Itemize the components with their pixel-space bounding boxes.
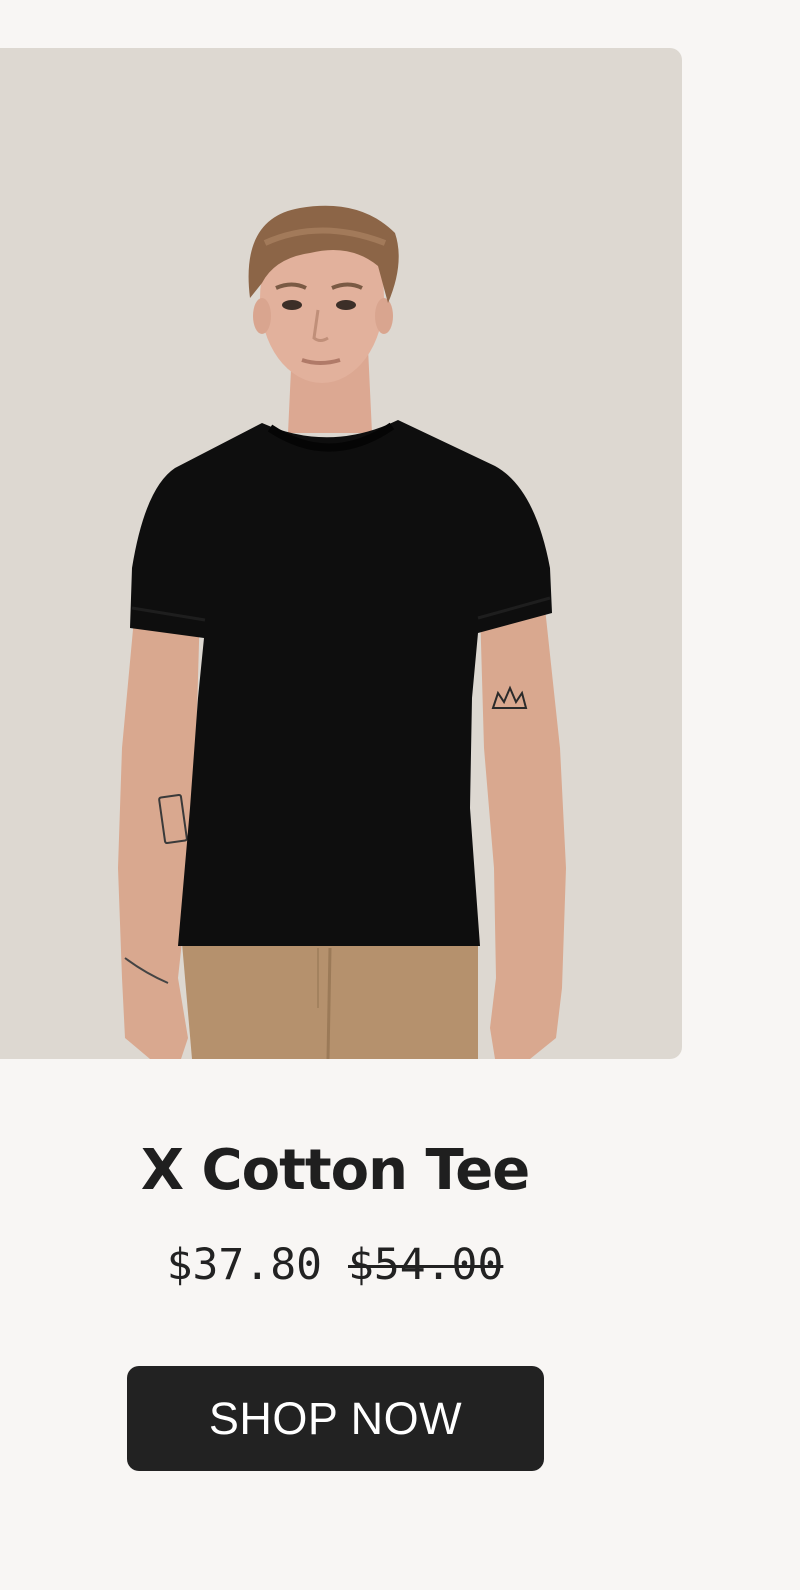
product-image[interactable] — [0, 48, 682, 1059]
price-row: $37.80 $54.00 — [0, 1240, 670, 1290]
sale-price: $37.80 — [166, 1240, 322, 1290]
original-price: $54.00 — [348, 1240, 504, 1290]
model-illustration — [118, 205, 566, 1059]
shop-now-button[interactable]: SHOP NOW — [127, 1366, 544, 1471]
product-title[interactable]: X Cotton Tee — [0, 1138, 670, 1204]
product-card: X Cotton Tee $37.80 $54.00 SHOP NOW — [0, 0, 800, 1590]
